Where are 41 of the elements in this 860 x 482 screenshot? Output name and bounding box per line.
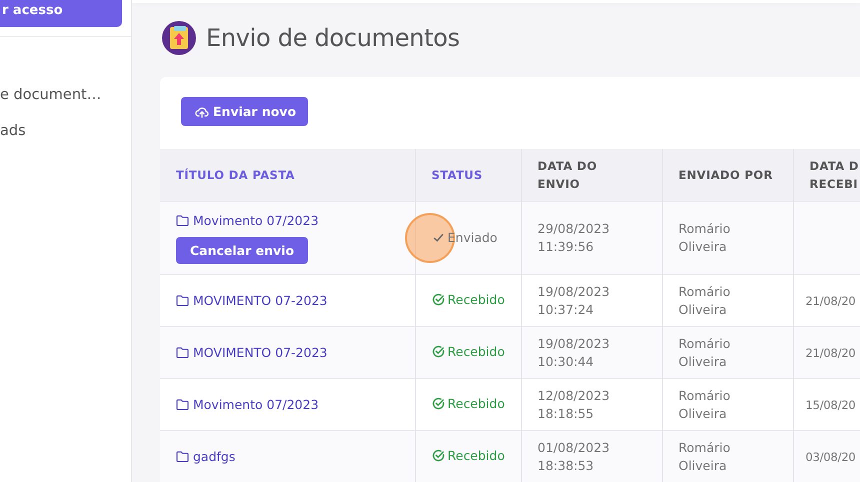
column-header: DATA D RECEBI bbox=[793, 149, 860, 202]
table-cell-text: 29/08/2023 11:39:56 bbox=[538, 220, 611, 256]
table-cell-text: 21/08/20 bbox=[806, 344, 857, 362]
table-cell-text: 19/08/2023 10:30:44 bbox=[538, 334, 611, 370]
table-cell-text: Romário Oliveira bbox=[678, 282, 732, 318]
folder-link[interactable]: MOVIMENTO 07-2023 bbox=[176, 345, 328, 360]
sidebar-item[interactable]: e document… bbox=[0, 87, 131, 103]
status-label: Recebido bbox=[432, 292, 505, 307]
folder-link[interactable]: Movimento 07/2023 bbox=[176, 212, 319, 228]
table-cell-text: 19/08/2023 10:37:24 bbox=[538, 282, 611, 318]
folder-link[interactable]: gadfgs bbox=[176, 449, 236, 464]
status-label: Recebido bbox=[432, 344, 505, 359]
status-label: Recebido bbox=[432, 396, 505, 411]
table-cell-text: Romário Oliveira bbox=[678, 334, 732, 370]
table-cell-text: 01/08/2023 18:38:53 bbox=[538, 438, 611, 474]
page-title: Envio de documentos bbox=[206, 24, 460, 52]
column-header[interactable]: STATUS bbox=[415, 149, 521, 202]
upload-button[interactable]: Enviar novo bbox=[181, 97, 308, 126]
folder-icon bbox=[176, 451, 189, 462]
status-label: Recebido bbox=[432, 448, 505, 463]
column-header: ENVIADO POR bbox=[662, 149, 793, 202]
column-header[interactable]: TÍTULO DA PASTA bbox=[160, 149, 415, 202]
access-button[interactable]: r acesso bbox=[0, 0, 122, 27]
folder-icon bbox=[176, 214, 189, 226]
sidebar-item[interactable]: ads bbox=[0, 123, 131, 139]
folder-link[interactable]: MOVIMENTO 07-2023 bbox=[176, 293, 328, 308]
folder-icon bbox=[176, 295, 189, 306]
folder-icon bbox=[176, 347, 189, 358]
folder-link[interactable]: Movimento 07/2023 bbox=[176, 397, 319, 412]
table-cell-text: 15/08/20 bbox=[806, 396, 857, 414]
table-cell-text: 03/08/20 bbox=[806, 448, 857, 466]
table-cell-text: Romário Oliveira bbox=[678, 220, 732, 256]
cancel-button[interactable]: Cancelar envio bbox=[176, 236, 308, 264]
table-cell-text: Romário Oliveira bbox=[678, 386, 732, 422]
folder-upload-icon bbox=[162, 21, 196, 55]
folder-icon bbox=[176, 399, 189, 410]
cloud-upload-icon bbox=[195, 104, 209, 118]
table-cell-text: 21/08/20 bbox=[806, 292, 857, 310]
table-cell-text: 12/08/2023 18:18:55 bbox=[538, 386, 611, 422]
table-cell-text: Romário Oliveira bbox=[678, 438, 732, 474]
column-header: DATA DO ENVIO bbox=[521, 149, 662, 202]
